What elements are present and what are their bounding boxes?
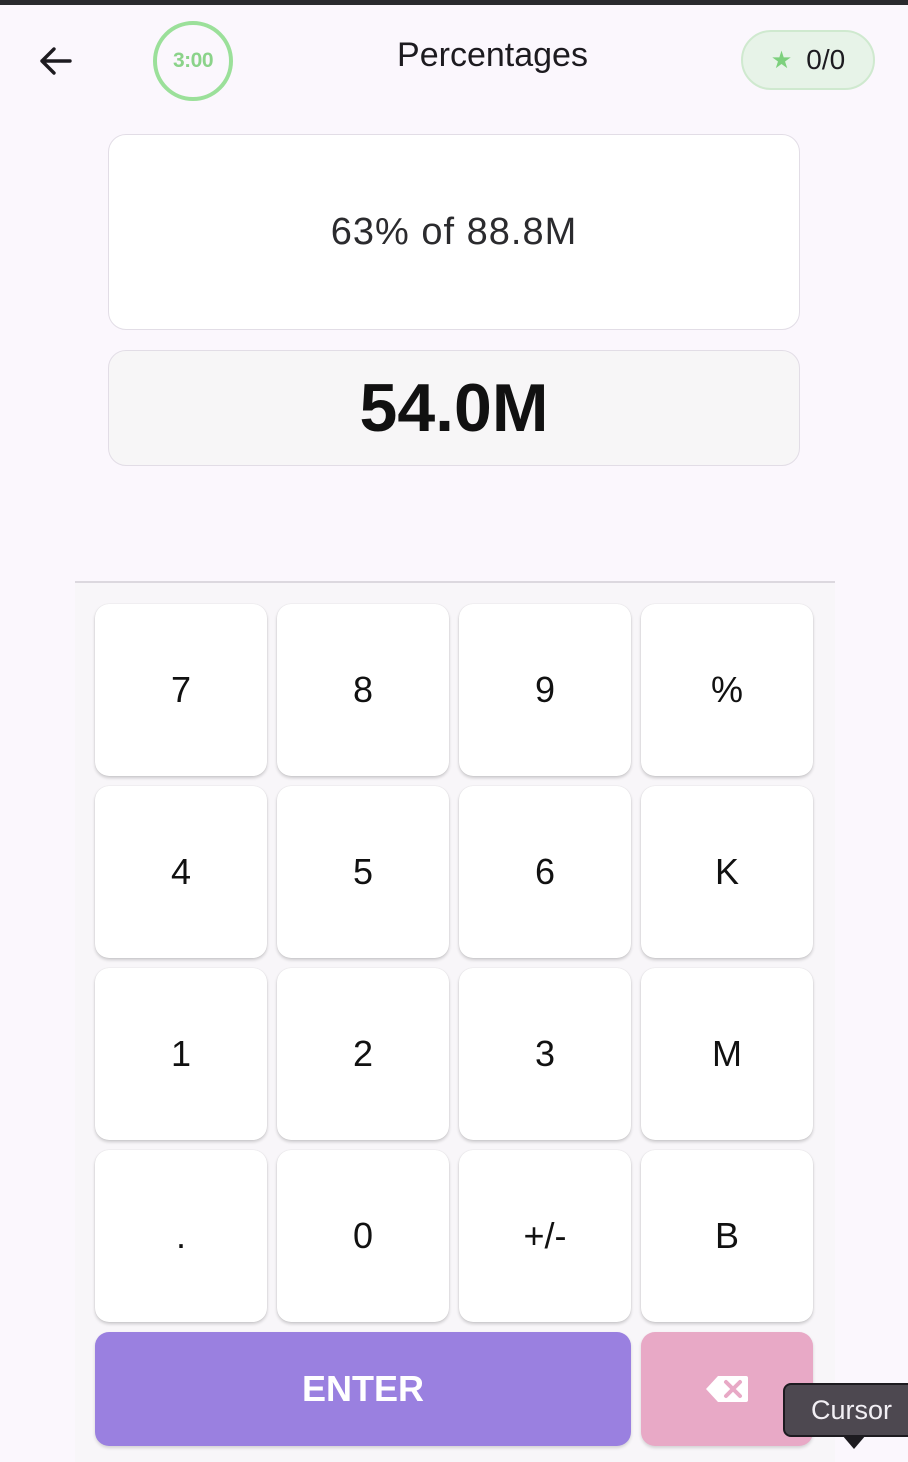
star-icon: ★ <box>770 46 793 74</box>
enter-button[interactable]: ENTER <box>95 1332 631 1446</box>
back-button[interactable] <box>32 38 80 86</box>
cursor-tooltip: Cursor <box>783 1383 908 1437</box>
top-border <box>0 0 908 5</box>
key-6[interactable]: 6 <box>459 786 631 958</box>
key-8[interactable]: 8 <box>277 604 449 776</box>
key-5[interactable]: 5 <box>277 786 449 958</box>
key-7[interactable]: 7 <box>95 604 267 776</box>
backspace-icon <box>706 1376 748 1402</box>
key-thousand[interactable]: K <box>641 786 813 958</box>
question-text: 63% of 88.8M <box>330 210 578 253</box>
key-billion[interactable]: B <box>641 1150 813 1322</box>
key-percent[interactable]: % <box>641 604 813 776</box>
score-badge[interactable]: ★ 0/0 <box>741 30 875 90</box>
key-3[interactable]: 3 <box>459 968 631 1140</box>
arrow-left-icon <box>40 47 72 75</box>
key-million[interactable]: M <box>641 968 813 1140</box>
score-value: 0/0 <box>806 44 846 75</box>
answer-field[interactable]: 54.0M <box>108 350 800 466</box>
page-title: Percentages <box>397 36 588 74</box>
key-plus-minus[interactable]: +/- <box>459 1150 631 1322</box>
key-2[interactable]: 2 <box>277 968 449 1140</box>
key-9[interactable]: 9 <box>459 604 631 776</box>
key-0[interactable]: 0 <box>277 1150 449 1322</box>
key-decimal[interactable]: . <box>95 1150 267 1322</box>
answer-text: 54.0M <box>359 370 549 446</box>
question-card: 63% of 88.8M <box>108 134 800 330</box>
tooltip-tail <box>842 1435 866 1449</box>
timer: 3:00 <box>153 21 233 101</box>
key-1[interactable]: 1 <box>95 968 267 1140</box>
key-4[interactable]: 4 <box>95 786 267 958</box>
